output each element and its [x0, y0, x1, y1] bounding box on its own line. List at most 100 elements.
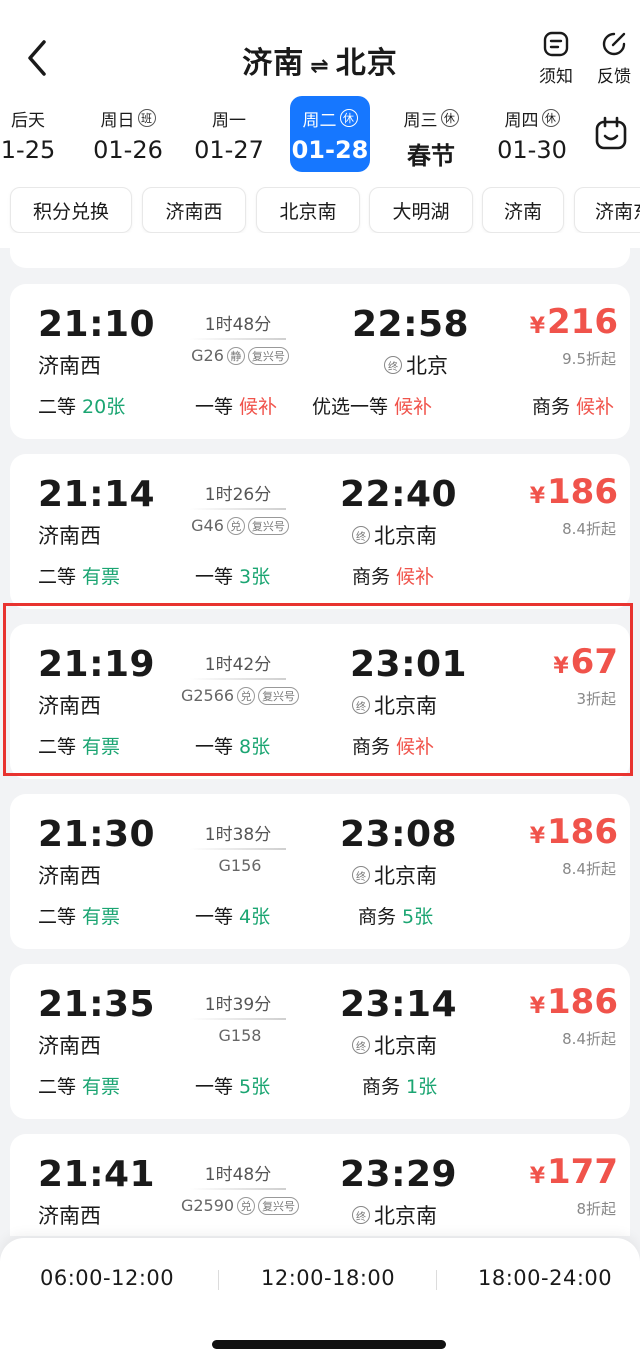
date-weekday: 周日 — [100, 110, 135, 131]
price: ¥186 — [530, 472, 618, 512]
home-indicator[interactable] — [212, 1340, 446, 1349]
arrival-station-row: 终 北京南 — [352, 860, 437, 890]
edit-icon — [602, 32, 626, 56]
duration: 1时48分 — [204, 315, 272, 335]
seat-class: 商务 — [358, 906, 397, 928]
filter-chip[interactable]: 济南东 — [574, 187, 640, 233]
duration: 1时38分 — [204, 825, 272, 845]
seat-availability: 5张 — [239, 1076, 271, 1098]
date-value: 01-30 — [497, 136, 567, 164]
swap-icon[interactable]: ⇌ — [310, 54, 329, 79]
seat-class: 二等 — [38, 396, 77, 418]
departure-time: 21:41 — [38, 1154, 156, 1195]
date-item[interactable]: 周三休 春节 — [391, 96, 471, 172]
price-value: 216 — [547, 302, 618, 342]
date-value: 1-25 — [0, 136, 56, 164]
seat-first-class: 一等 5张 — [195, 1072, 270, 1099]
workday-badge: 班 — [137, 109, 156, 127]
calendar-button[interactable] — [594, 116, 628, 156]
arrival-station: 北京南 — [374, 864, 437, 888]
departure-time: 21:35 — [38, 984, 156, 1025]
seat-class: 一等 — [195, 1076, 234, 1098]
arrival-station-row: 终 北京南 — [352, 1200, 437, 1230]
filter-chip[interactable]: 大明湖 — [369, 187, 473, 233]
notice-button[interactable]: 须知 — [526, 30, 586, 87]
date-item[interactable]: 后天 1-25 — [0, 96, 68, 172]
date-selector: 后天 1-25 周日班 01-26 周一 01-27 周二休 01-28 周三休… — [0, 96, 580, 172]
duration-line — [190, 1018, 286, 1020]
date-weekday: 后天 — [11, 110, 45, 131]
train-number-row: G2590 兑 复兴号 — [160, 1196, 320, 1215]
filter-chip[interactable]: 济南 — [482, 187, 564, 233]
seat-second-class: 二等 有票 — [38, 902, 120, 929]
date-value: 01-27 — [194, 136, 264, 164]
filter-chip[interactable]: 北京南 — [256, 187, 360, 233]
date-value: 01-28 — [291, 136, 369, 164]
seat-availability: 3张 — [239, 566, 271, 588]
terminal-badge: 终 — [384, 356, 402, 374]
train-number-row: G156 — [160, 856, 320, 875]
filter-chip[interactable]: 济南西 — [142, 187, 246, 233]
train-card[interactable]: 21:14 济南西 1时26分 G46 兑 复兴号 22:40 终 北京南 ¥1… — [10, 454, 630, 609]
departure-station: 济南西 — [38, 1034, 101, 1058]
divider — [436, 1270, 437, 1290]
seat-availability: 候补 — [576, 396, 615, 418]
departure-time: 21:14 — [38, 474, 156, 515]
feedback-label: 反馈 — [597, 67, 631, 87]
date-item[interactable]: 周四休 01-30 — [492, 96, 572, 172]
time-slot-evening[interactable]: 18:00-24:00 — [478, 1266, 612, 1290]
filter-chip-points[interactable]: 积分兑换 — [10, 187, 132, 233]
train-number-row: G26 静 复兴号 — [160, 346, 320, 365]
seat-availability: 候补 — [394, 396, 433, 418]
date-item-selected[interactable]: 周二休 01-28 — [290, 96, 370, 172]
seat-availability: 20张 — [82, 396, 126, 418]
price-value: 186 — [547, 472, 618, 512]
redeem-badge: 兑 — [237, 1196, 256, 1215]
seat-availability: 有票 — [82, 1076, 121, 1098]
train-number: G46 — [191, 516, 224, 535]
departure-station: 济南西 — [38, 354, 101, 378]
train-number: G26 — [191, 346, 224, 365]
duration-line — [190, 848, 286, 850]
feedback-button[interactable]: 反馈 — [584, 30, 640, 87]
date-item[interactable]: 周一 01-27 — [189, 96, 269, 172]
train-card[interactable]: 21:10 济南西 1时48分 G26 静 复兴号 22:58 终 北京 ¥21… — [10, 284, 630, 439]
price: ¥186 — [530, 982, 618, 1022]
date-item[interactable]: 周日班 01-26 — [88, 96, 168, 172]
train-card[interactable]: 21:30 济南西 1时38分 G156 23:08 终 北京南 ¥186 8.… — [10, 794, 630, 949]
arrival-time: 23:08 — [340, 814, 458, 855]
notice-icon — [543, 31, 569, 57]
seat-class: 商务 — [362, 1076, 401, 1098]
train-card[interactable]: 21:35 济南西 1时39分 G158 23:14 终 北京南 ¥186 8.… — [10, 964, 630, 1119]
arrival-station-row: 终 北京南 — [352, 520, 437, 550]
seat-business-class: 商务 5张 — [358, 902, 433, 929]
arrival-station: 北京南 — [374, 1034, 437, 1058]
seat-availability: 有票 — [82, 906, 121, 928]
seat-availability: 1张 — [406, 1076, 438, 1098]
duration: 1时26分 — [204, 485, 272, 505]
departure-time: 21:30 — [38, 814, 156, 855]
train-number: G158 — [218, 1026, 262, 1045]
seat-class: 一等 — [195, 566, 234, 588]
divider — [218, 1270, 219, 1290]
train-card[interactable]: 21:41 济南西 1时48分 G2590 兑 复兴号 23:29 终 北京南 … — [10, 1134, 630, 1236]
currency-symbol: ¥ — [529, 484, 546, 509]
price: ¥177 — [530, 1152, 618, 1192]
seat-business-class: 商务 候补 — [352, 562, 434, 589]
fuxing-badge: 复兴号 — [258, 1196, 300, 1215]
seat-availability: 有票 — [82, 566, 121, 588]
time-slot-afternoon[interactable]: 12:00-18:00 — [261, 1266, 395, 1290]
arrival-station: 北京南 — [374, 1204, 437, 1228]
duration-line — [190, 1188, 286, 1190]
seat-first-class: 一等 3张 — [195, 562, 270, 589]
seat-business-class: 商务 1张 — [362, 1072, 437, 1099]
arrival-time: 23:29 — [340, 1154, 458, 1195]
top-bar: 济南 ⇌ 北京 须知 反馈 后天 1-25 周日班 01-26 周一 01-27 周… — [0, 0, 640, 248]
seat-second-class: 二等 20张 — [38, 392, 125, 419]
time-slot-morning[interactable]: 06:00-12:00 — [40, 1266, 174, 1290]
currency-symbol: ¥ — [529, 314, 546, 339]
departure-station: 济南西 — [38, 1204, 101, 1228]
train-number-row: G158 — [160, 1026, 320, 1045]
seat-availability: 5张 — [402, 906, 434, 928]
train-card-partial[interactable] — [10, 236, 630, 268]
